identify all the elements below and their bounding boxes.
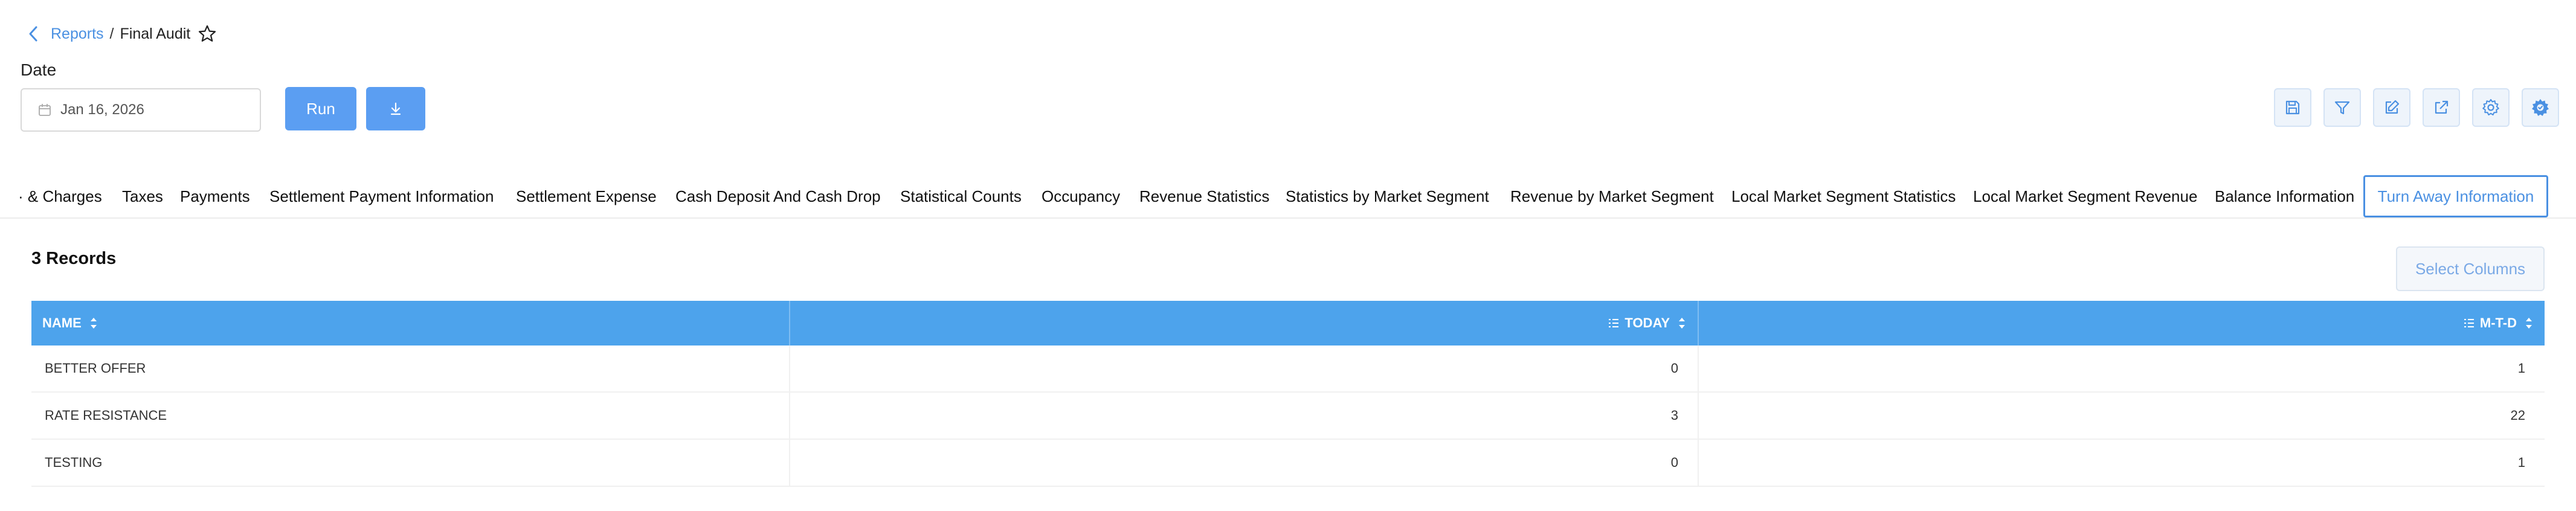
download-icon [388, 101, 404, 117]
tab-balance-information[interactable]: Balance Information [2215, 174, 2354, 219]
settings-button[interactable] [2472, 88, 2510, 127]
column-menu-icon[interactable] [2463, 317, 2475, 329]
save-button[interactable] [2274, 88, 2311, 127]
tab-cash-deposit-and-cash-drop[interactable]: Cash Deposit And Cash Drop [675, 174, 881, 219]
sort-icon[interactable] [89, 314, 98, 332]
column-header-name[interactable]: NAME [31, 301, 790, 345]
tab-payments[interactable]: Payments [180, 174, 250, 219]
cell-mtd: 1 [2517, 455, 2525, 470]
table-row[interactable]: TESTING 0 1 [31, 440, 2545, 487]
column-menu-icon[interactable] [1608, 317, 1620, 329]
sort-icon[interactable] [1677, 314, 1687, 332]
cell-today: 0 [790, 440, 1699, 486]
date-value: Jan 16, 2026 [60, 101, 144, 118]
tab-revenue-by-market-segment[interactable]: Revenue by Market Segment [1510, 174, 1714, 219]
save-icon [2284, 98, 2302, 117]
cell-today: 0 [790, 345, 1699, 391]
column-header-label: TODAY [1624, 315, 1670, 330]
records-count: 3 Records [31, 249, 117, 268]
tab-statistical-counts[interactable]: Statistical Counts [900, 174, 1022, 219]
cell-mtd: 1 [2517, 361, 2525, 376]
tab-settlement-payment-information[interactable]: Settlement Payment Information [269, 174, 494, 219]
calendar-icon [37, 103, 52, 117]
settings-icon [2481, 98, 2500, 117]
report-toolbar [2274, 88, 2559, 127]
edit-icon [2383, 98, 2401, 117]
tab-settlement-expense[interactable]: Settlement Expense [516, 174, 657, 219]
tab-local-market-segment-revenue[interactable]: Local Market Segment Revenue [1973, 174, 2197, 219]
edit-button[interactable] [2373, 88, 2410, 127]
column-header-label: NAME [42, 315, 82, 330]
breadcrumb-link-reports[interactable]: Reports [51, 25, 104, 43]
table-header: NAME TODAY M-T-D [31, 301, 2545, 345]
gear-badge-icon [2530, 97, 2551, 118]
cell-name: TESTING [31, 440, 790, 486]
tab-room-charges[interactable]: · & Charges [18, 174, 102, 219]
breadcrumb-separator: / [109, 25, 114, 42]
cell-mtd: 22 [2510, 408, 2525, 423]
filter-icon [2333, 98, 2351, 117]
page-title: Final Audit [120, 25, 191, 42]
run-button[interactable]: Run [285, 87, 356, 130]
cell-today: 3 [790, 393, 1699, 439]
tab-taxes[interactable]: Taxes [122, 174, 163, 219]
column-header-label: M-T-D [2479, 315, 2517, 330]
star-icon[interactable] [198, 24, 217, 43]
select-columns-button[interactable]: Select Columns [2396, 246, 2545, 291]
table-row[interactable]: BETTER OFFER 0 1 [31, 345, 2545, 393]
open-external-button[interactable] [2423, 88, 2460, 127]
cell-name: RATE RESISTANCE [31, 393, 790, 439]
cell-name: BETTER OFFER [31, 345, 790, 391]
tab-occupancy[interactable]: Occupancy [1042, 174, 1120, 219]
date-picker-input[interactable]: Jan 16, 2026 [21, 88, 261, 132]
tab-statistics-by-market-segment[interactable]: Statistics by Market Segment [1286, 174, 1489, 219]
breadcrumb: Reports / Final Audit [27, 23, 217, 45]
date-label: Date [21, 60, 57, 79]
sort-icon[interactable] [2524, 314, 2534, 332]
chevron-left-icon[interactable] [27, 25, 40, 43]
column-header-mtd[interactable]: M-T-D [1699, 301, 2545, 345]
tab-local-market-segment-statistics[interactable]: Local Market Segment Statistics [1731, 174, 1956, 219]
filter-button[interactable] [2323, 88, 2361, 127]
advanced-settings-button[interactable] [2522, 88, 2559, 127]
table-row[interactable]: RATE RESISTANCE 3 22 [31, 393, 2545, 440]
report-tabs: · & Charges Taxes Payments Settlement Pa… [0, 174, 2576, 219]
download-button[interactable] [366, 87, 425, 130]
column-header-today[interactable]: TODAY [790, 301, 1699, 345]
tab-turn-away-information[interactable]: Turn Away Information [2363, 175, 2548, 217]
turn-away-table: NAME TODAY M-T-D BETTER OFFER 0 1 RATE R… [31, 301, 2545, 487]
tab-revenue-statistics[interactable]: Revenue Statistics [1139, 174, 1269, 219]
external-link-icon [2432, 98, 2450, 117]
